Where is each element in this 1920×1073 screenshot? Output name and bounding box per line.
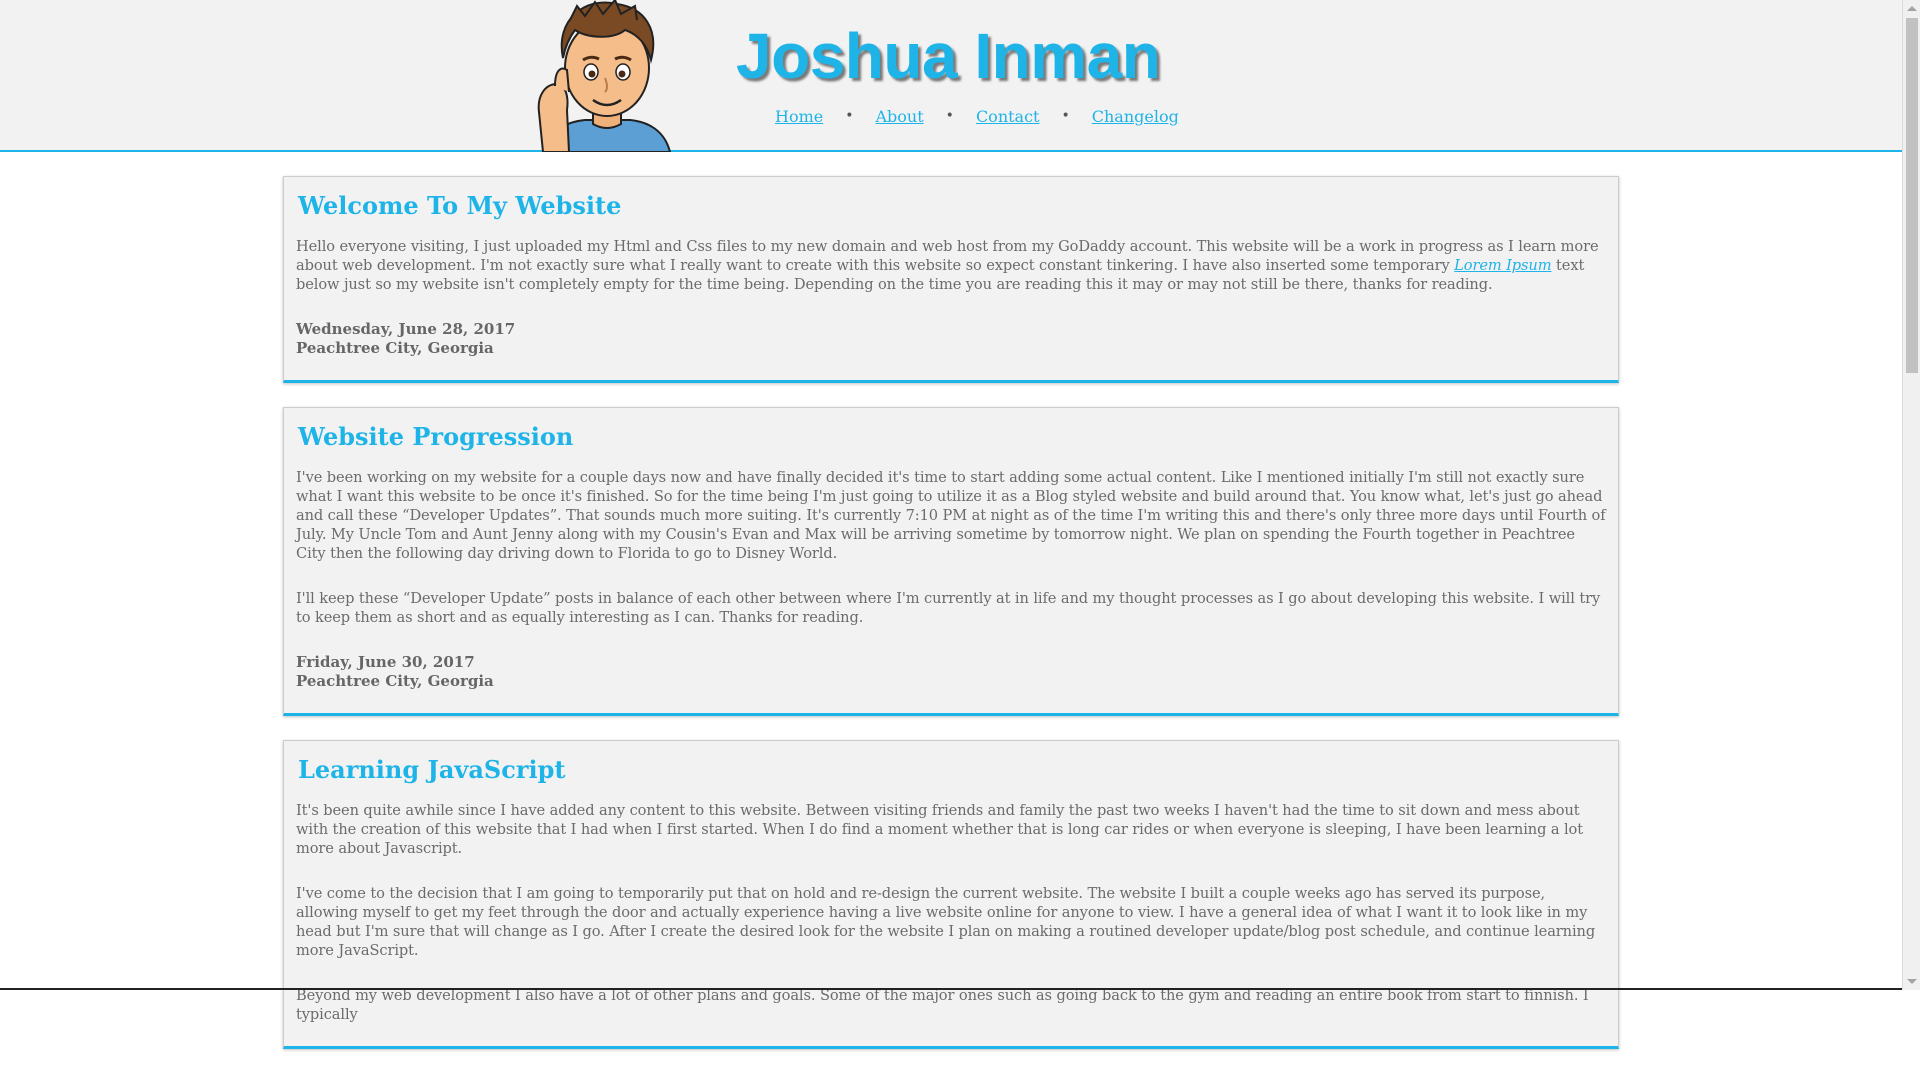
scroll-up-arrow-icon[interactable]: [1907, 6, 1917, 11]
post-text: Hello everyone visiting, I just uploaded…: [296, 238, 1599, 274]
post-paragraph: It's been quite awhile since I have adde…: [296, 802, 1584, 857]
nav-about-link[interactable]: About: [876, 107, 924, 126]
site-title: Joshua Inman: [736, 20, 1161, 92]
post-paragraph: I'll keep these “Developer Update” posts…: [296, 590, 1601, 626]
scroll-down-arrow-icon[interactable]: [1907, 979, 1917, 984]
posts-container: Welcome To My Website Hello everyone vis…: [283, 176, 1619, 1073]
post-card: Website Progression I've been working on…: [283, 407, 1619, 716]
nav-changelog-link[interactable]: Changelog: [1092, 107, 1179, 126]
main-nav: Home • About • Contact • Changelog: [775, 103, 1179, 129]
avatar: [537, 0, 672, 152]
lorem-ipsum-link[interactable]: Lorem Ipsum: [1454, 257, 1551, 274]
vertical-scrollbar[interactable]: [1902, 0, 1920, 990]
post-date: Friday, June 30, 2017: [296, 653, 475, 671]
nav-home-link[interactable]: Home: [775, 107, 823, 126]
post-paragraph: Hello everyone visiting, I just uploaded…: [296, 237, 1606, 294]
post-title: Website Progression: [298, 422, 574, 451]
post-signature: Friday, June 30, 2017 Peachtree City, Ge…: [296, 653, 1606, 691]
post-date: Wednesday, June 28, 2017: [296, 320, 516, 338]
site-header: Joshua Inman Home • About • Contact • Ch…: [0, 0, 1902, 152]
post-signature: Wednesday, June 28, 2017 Peachtree City,…: [296, 320, 1606, 358]
nav-separator: •: [1061, 108, 1070, 124]
scrollbar-thumb[interactable]: [1906, 18, 1918, 373]
nav-contact-link[interactable]: Contact: [976, 107, 1040, 126]
post-card: Learning JavaScript It's been quite awhi…: [283, 740, 1619, 1049]
post-paragraph: I've been working on my website for a co…: [296, 469, 1606, 562]
post-title: Learning JavaScript: [298, 755, 566, 784]
post-location: Peachtree City, Georgia: [296, 339, 494, 357]
post-title: Welcome To My Website: [298, 191, 622, 220]
post-paragraph: Beyond my web development I also have a …: [296, 987, 1589, 1023]
nav-separator: •: [945, 108, 954, 124]
post-card: Welcome To My Website Hello everyone vis…: [283, 176, 1619, 383]
post-location: Peachtree City, Georgia: [296, 672, 494, 690]
post-paragraph: I've come to the decision that I am goin…: [296, 885, 1596, 959]
nav-separator: •: [845, 108, 854, 124]
